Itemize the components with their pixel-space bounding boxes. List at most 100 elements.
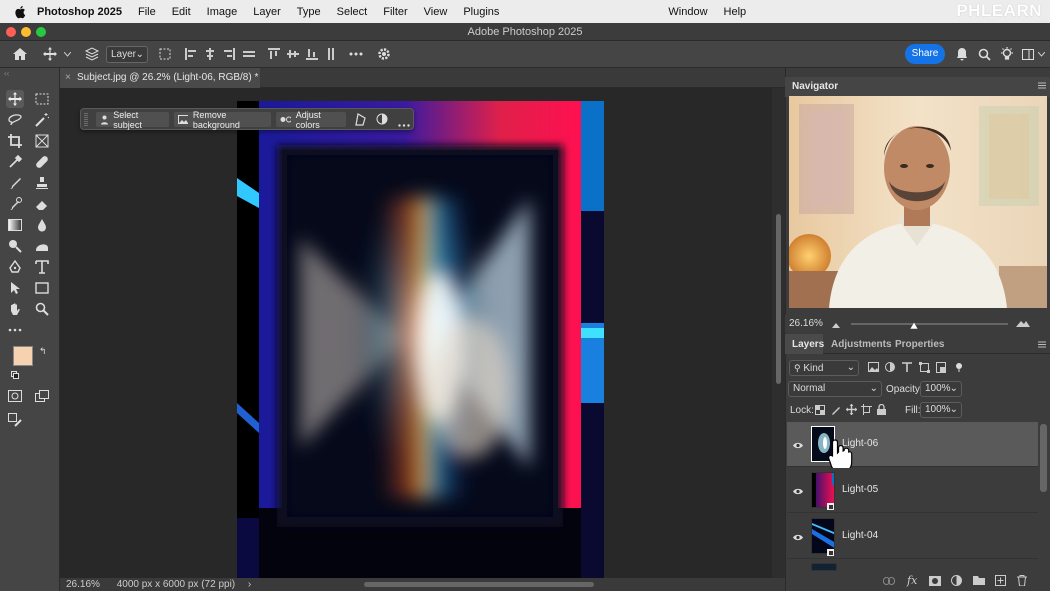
screen-mode-icon[interactable]: [33, 387, 51, 405]
zoom-out-icon[interactable]: [832, 319, 840, 331]
zoom-icon[interactable]: [33, 300, 51, 318]
new-adjustment-layer-icon[interactable]: [951, 575, 962, 589]
sponge-icon[interactable]: [33, 237, 51, 255]
document-canvas[interactable]: [60, 88, 772, 578]
menu-help[interactable]: Help: [716, 6, 755, 18]
chevron-down-icon[interactable]: [1036, 45, 1046, 63]
eye-icon[interactable]: [793, 486, 803, 498]
lock-transparent-icon[interactable]: [815, 405, 825, 418]
eye-icon[interactable]: [793, 440, 803, 452]
menu-file[interactable]: File: [130, 6, 164, 18]
eraser-icon[interactable]: [33, 195, 51, 213]
fill-field[interactable]: 100% ⌄: [920, 402, 962, 418]
gradient-icon[interactable]: [6, 216, 24, 234]
magic-wand-icon[interactable]: [33, 111, 51, 129]
move-tool-icon[interactable]: [6, 90, 24, 108]
layer-row[interactable]: Light-04: [787, 514, 1038, 559]
eyedropper-icon[interactable]: [6, 153, 24, 171]
menu-layer[interactable]: Layer: [245, 6, 289, 18]
status-zoom[interactable]: 26.16%: [66, 579, 100, 590]
share-button[interactable]: Share: [905, 44, 945, 64]
app-menu[interactable]: Photoshop 2025: [37, 6, 130, 18]
bell-icon[interactable]: [954, 45, 970, 63]
filter-shape-icon[interactable]: [919, 362, 930, 376]
status-menu-arrow[interactable]: ›: [248, 579, 251, 590]
trash-icon[interactable]: [1017, 575, 1027, 589]
lightbulb-icon[interactable]: [999, 45, 1015, 63]
auto-select-target-dropdown[interactable]: Layer ⌄: [106, 46, 148, 63]
quick-mask-icon[interactable]: [6, 387, 24, 405]
more-options-icon[interactable]: [398, 118, 410, 130]
filter-toggle-icon[interactable]: [955, 362, 963, 375]
clone-stamp-icon[interactable]: [33, 174, 51, 192]
gear-icon[interactable]: [375, 45, 393, 63]
frame-icon[interactable]: [33, 132, 51, 150]
layer-thumbnail-partial[interactable]: [811, 563, 837, 571]
search-icon[interactable]: [976, 45, 992, 63]
brush-icon[interactable]: [6, 174, 24, 192]
zoom-slider-handle[interactable]: [909, 320, 919, 332]
menu-view[interactable]: View: [416, 6, 456, 18]
zoom-in-icon[interactable]: [1016, 318, 1030, 330]
apple-icon[interactable]: [13, 5, 27, 19]
layers-scroll-thumb[interactable]: [1040, 424, 1047, 492]
align-top-icon[interactable]: [266, 45, 282, 63]
align-right-icon[interactable]: [221, 45, 237, 63]
dodge-icon[interactable]: [6, 237, 24, 255]
tab-properties[interactable]: Properties: [895, 339, 944, 350]
menu-window[interactable]: Window: [660, 6, 715, 18]
select-subject-button[interactable]: Select subject: [96, 110, 169, 130]
eye-icon[interactable]: [793, 532, 803, 544]
lock-artboard-icon[interactable]: [861, 404, 872, 418]
tab-layers[interactable]: Layers: [792, 339, 824, 350]
drag-handle-icon[interactable]: [84, 112, 88, 127]
fx-icon[interactable]: fx: [907, 574, 917, 587]
collapse-toolbox-icon[interactable]: ‹‹: [4, 69, 9, 78]
transform-controls-icon[interactable]: [156, 45, 174, 63]
filter-smart-object-icon[interactable]: [936, 362, 946, 376]
blend-mode-dropdown[interactable]: Normal ⌄: [788, 381, 882, 397]
document-tab[interactable]: × Subject.jpg @ 26.2% (Light-06, RGB/8) …: [60, 68, 260, 88]
layer-name[interactable]: Light-05: [842, 484, 878, 495]
default-colors-icon[interactable]: [11, 370, 19, 382]
blur-icon[interactable]: [33, 216, 51, 234]
distribute-horizontal-icon[interactable]: [241, 45, 257, 63]
new-layer-icon[interactable]: [995, 575, 1006, 589]
layer-name[interactable]: Light-04: [842, 530, 878, 541]
align-center-icon[interactable]: [202, 45, 218, 63]
menu-select[interactable]: Select: [329, 6, 376, 18]
menu-type[interactable]: Type: [289, 6, 329, 18]
tab-adjustments[interactable]: Adjustments: [831, 339, 892, 350]
horizontal-scroll-thumb[interactable]: [364, 582, 594, 587]
menu-image[interactable]: Image: [199, 6, 246, 18]
navigator-zoom-value[interactable]: 26.16%: [789, 318, 823, 329]
home-icon[interactable]: [10, 45, 30, 63]
crop-icon[interactable]: [6, 132, 24, 150]
layer-row[interactable]: Light-06: [787, 422, 1038, 473]
vertical-scroll-thumb[interactable]: [776, 214, 781, 384]
add-mask-icon[interactable]: [929, 576, 941, 589]
panel-menu-icon[interactable]: [1038, 81, 1046, 92]
navigator-preview-image[interactable]: [789, 96, 1047, 308]
lock-all-icon[interactable]: [877, 403, 886, 418]
opacity-label[interactable]: Opacity:: [886, 384, 923, 395]
history-brush-icon[interactable]: [6, 195, 24, 213]
new-group-icon[interactable]: [973, 575, 985, 588]
align-left-icon[interactable]: [183, 45, 199, 63]
move-tool-icon[interactable]: [40, 45, 60, 63]
navigator-zoom-slider[interactable]: [851, 323, 1008, 325]
hand-icon[interactable]: [6, 300, 24, 318]
align-bottom-icon[interactable]: [304, 45, 320, 63]
adjust-colors-button[interactable]: Adjust colors: [276, 110, 346, 130]
filter-type-icon[interactable]: [902, 362, 912, 375]
menu-filter[interactable]: Filter: [375, 6, 415, 18]
close-icon[interactable]: ×: [65, 68, 71, 87]
filter-adjustment-icon[interactable]: [885, 362, 895, 375]
lasso-icon[interactable]: [6, 111, 24, 129]
fill-label[interactable]: Fill:: [905, 405, 921, 416]
swap-colors-icon[interactable]: ↰: [39, 346, 47, 357]
workspace-icon[interactable]: [1021, 45, 1035, 63]
type-icon[interactable]: [33, 258, 51, 276]
edit-toolbar-icon[interactable]: [6, 411, 24, 429]
layer-row[interactable]: Light-05: [787, 468, 1038, 513]
